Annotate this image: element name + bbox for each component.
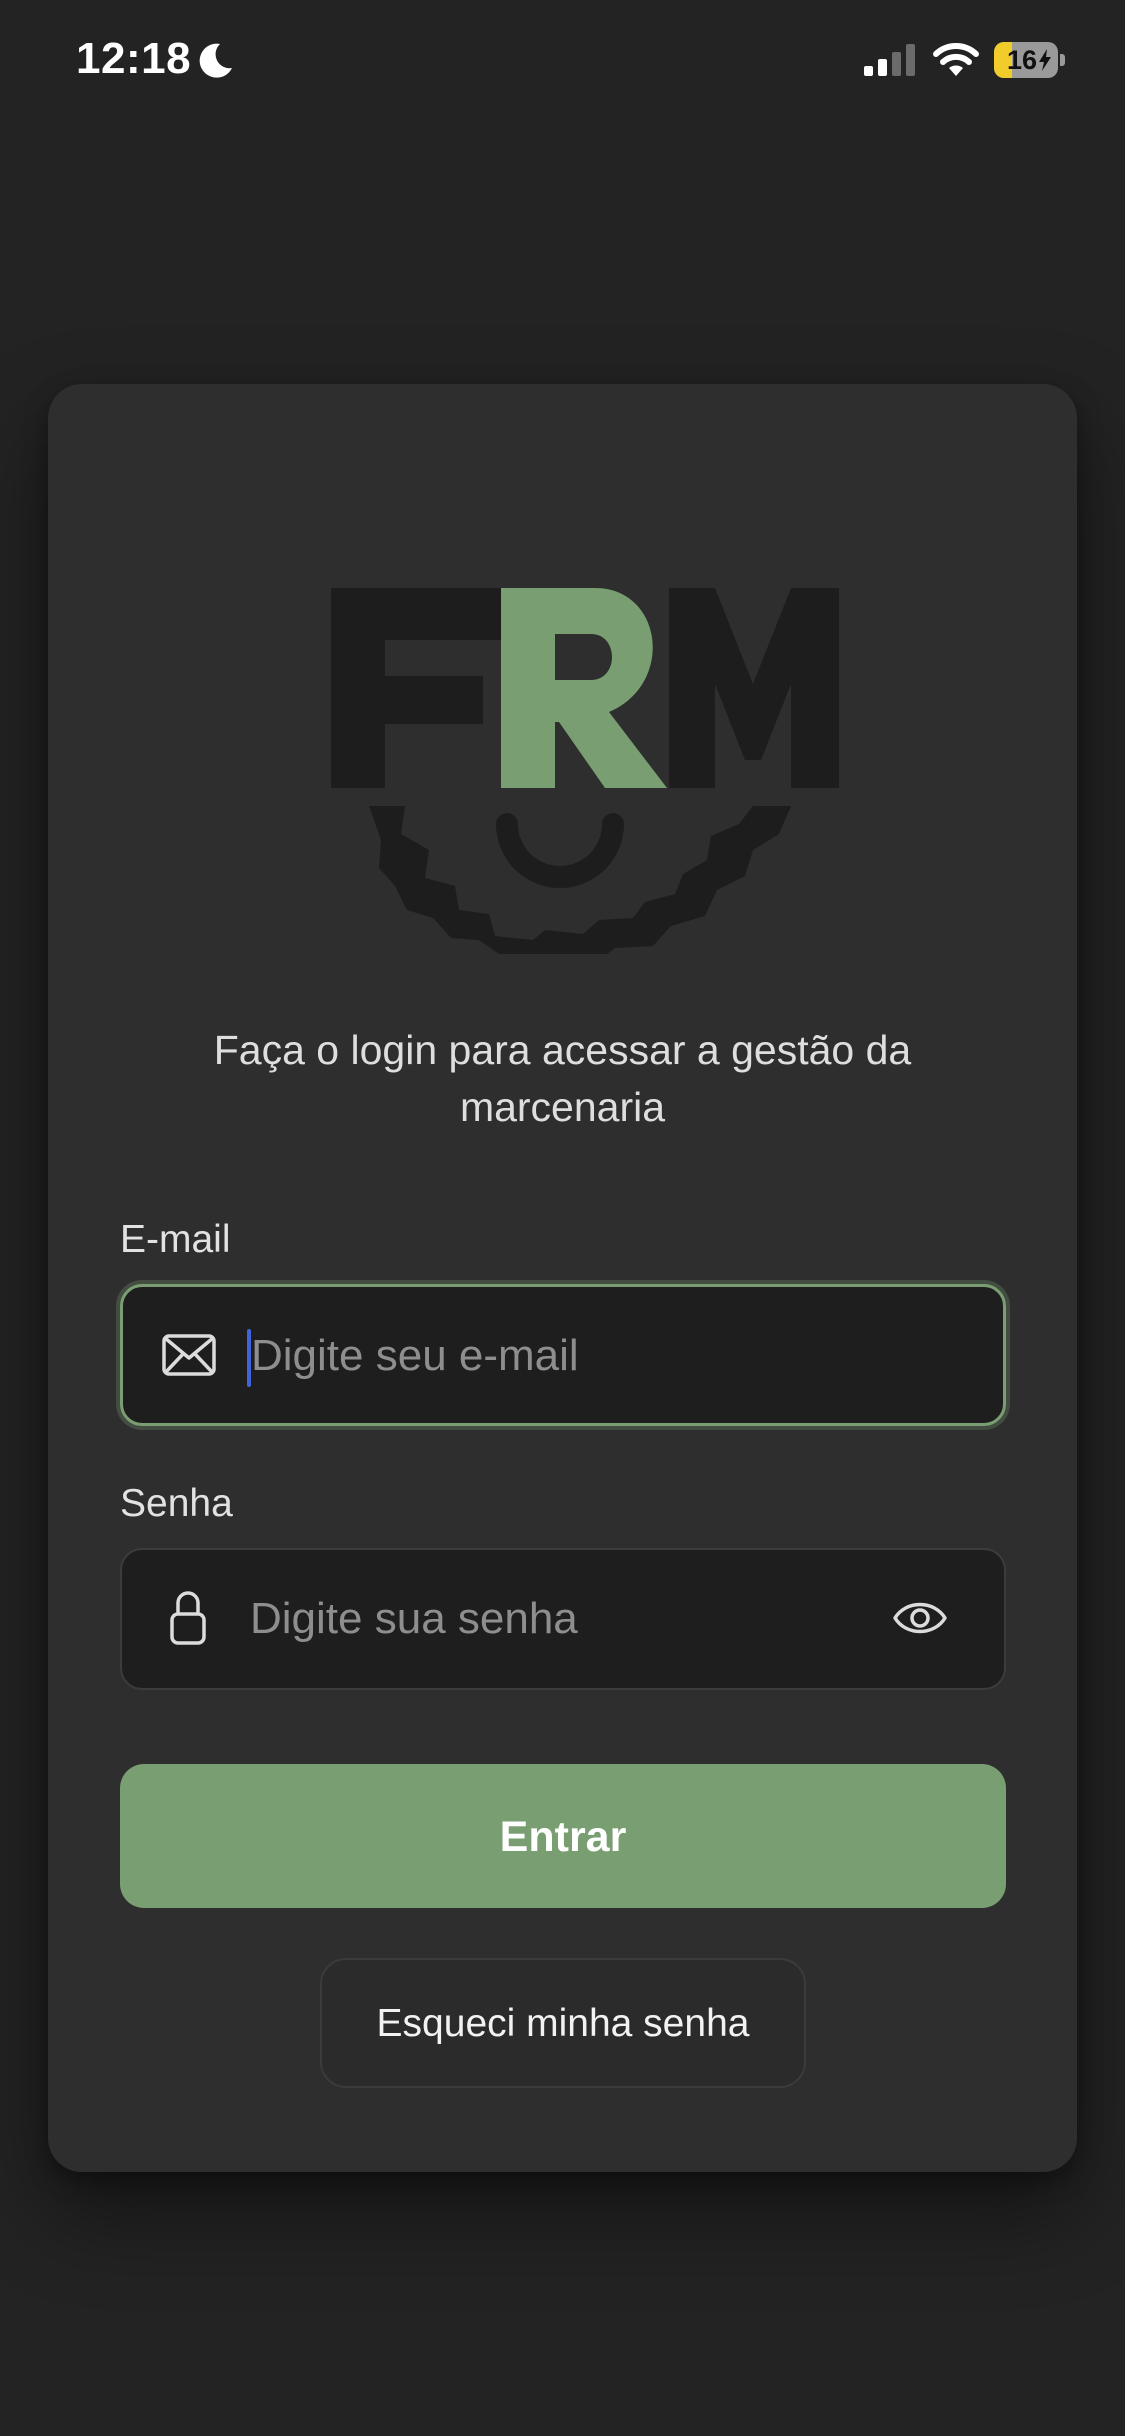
login-button[interactable]: Entrar: [120, 1764, 1006, 1908]
login-subtitle: Faça o login para acessar a gestão da ma…: [213, 1027, 912, 1130]
password-field[interactable]: [120, 1548, 1006, 1690]
status-time: 12:18: [76, 34, 192, 83]
eye-icon[interactable]: [892, 1596, 948, 1640]
battery-tip: [1060, 54, 1065, 66]
password-label: Senha: [120, 1482, 233, 1525]
battery-indicator: 16: [994, 42, 1066, 78]
cellular-signal-icon: [864, 44, 915, 76]
email-field[interactable]: [120, 1284, 1006, 1426]
status-bar: 12:18 16: [0, 0, 1125, 130]
battery-body: 16: [994, 42, 1058, 78]
frm-logo: [331, 588, 839, 954]
moon-icon: [199, 43, 232, 78]
login-card: Faça o login para acessar a gestão da ma…: [48, 384, 1077, 2172]
envelope-icon: [162, 1334, 216, 1376]
password-input[interactable]: [250, 1578, 870, 1660]
lock-icon: [170, 1591, 206, 1645]
email-input[interactable]: [251, 1315, 871, 1397]
charging-bolt-icon: [1039, 49, 1051, 71]
email-label: E-mail: [120, 1218, 231, 1261]
forgot-password-button[interactable]: Esqueci minha senha: [320, 1958, 806, 2088]
wifi-icon: [933, 43, 979, 76]
